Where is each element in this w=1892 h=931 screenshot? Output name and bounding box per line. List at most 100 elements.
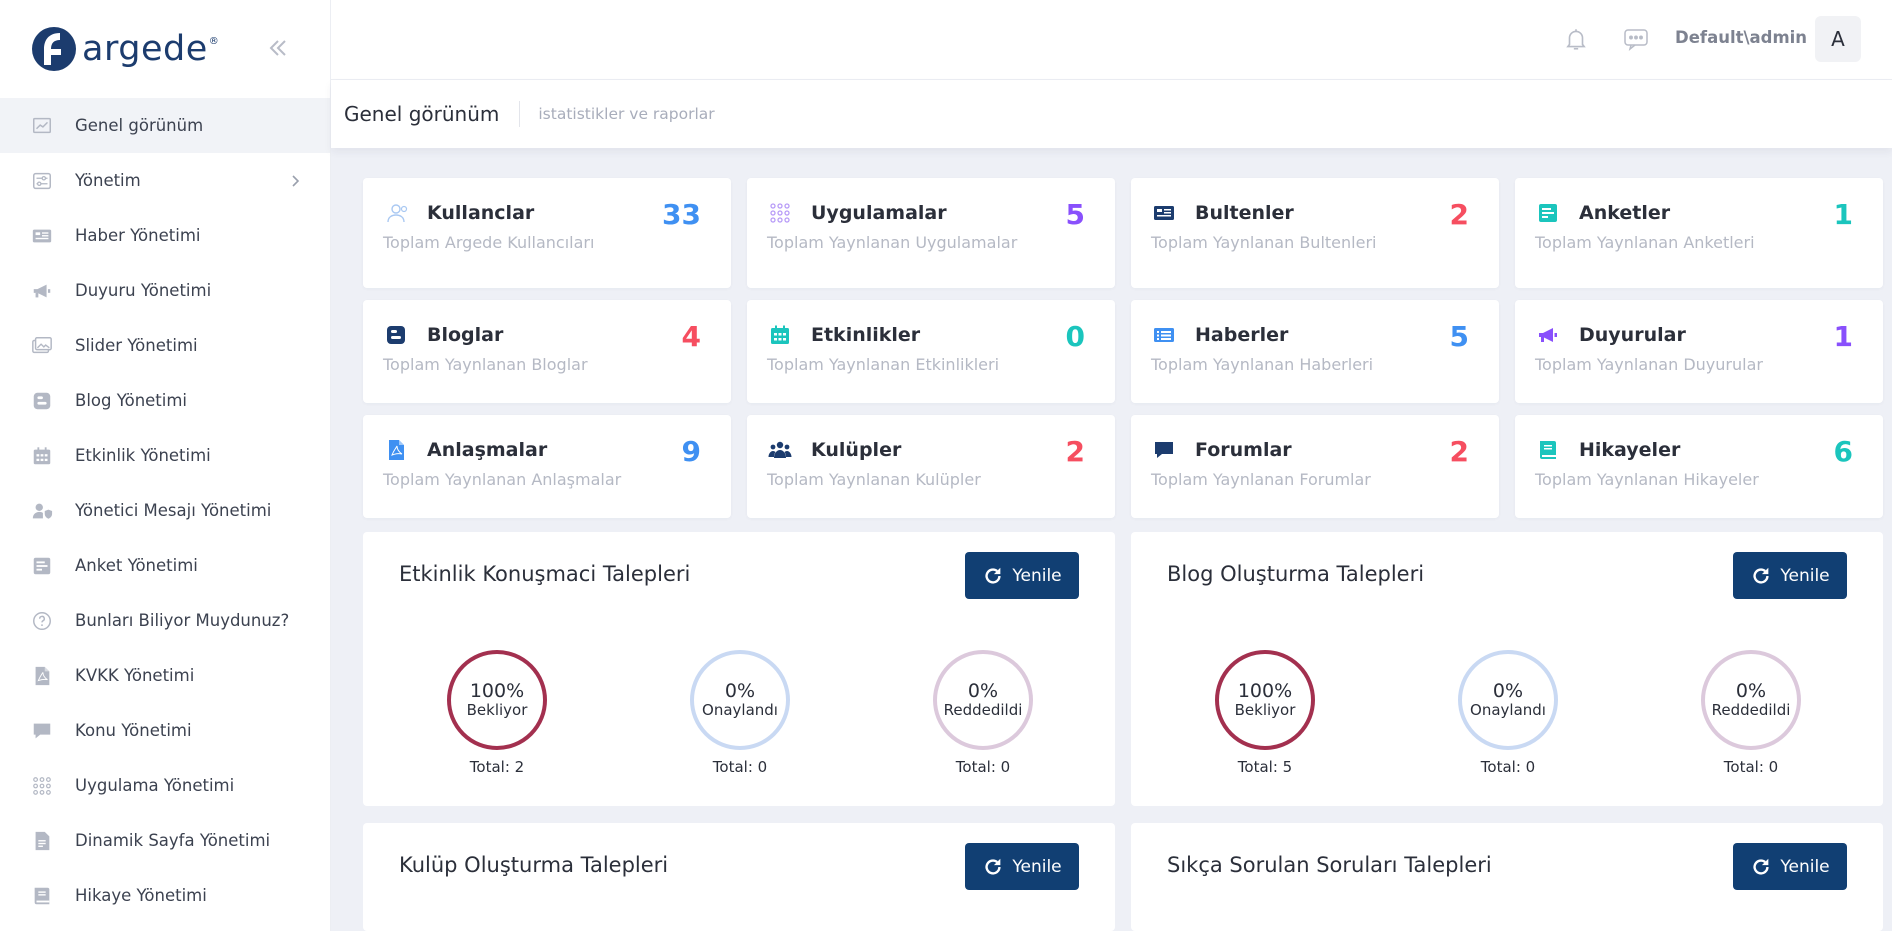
sliders-icon: [33, 172, 51, 189]
stat-value: 5: [1065, 198, 1085, 231]
stat-title: Haberler: [1195, 324, 1289, 346]
sidebar-item[interactable]: Duyuru Yönetimi: [0, 263, 330, 318]
sidebar-item[interactable]: Slider Yönetimi: [0, 318, 330, 373]
gauge-total: Total: 5: [1237, 758, 1293, 776]
refresh-icon: [985, 567, 1001, 584]
brand-registered-mark: ®: [208, 35, 219, 47]
brand-name: argede: [82, 29, 208, 69]
blogger-icon: [33, 392, 51, 409]
event-speaker-requests-panel: Etkinlik Konuşmaci Talepleri Yenile 100% Be…: [363, 532, 1115, 806]
stat-subtitle: Toplam Yaynlanan Etkinlikleri: [767, 355, 1000, 374]
sidebar-item-icon: [30, 444, 54, 468]
sidebar-item[interactable]: Dinamik Sayfa Yönetimi: [0, 813, 330, 868]
gauge-percent: 100%: [469, 680, 525, 702]
stat-icon: [1151, 437, 1177, 463]
stat-icon: [1535, 200, 1561, 226]
sidebar-item[interactable]: Yönetim: [0, 153, 330, 208]
gauge-percent: 0%: [1492, 680, 1524, 702]
avatar[interactable]: A: [1815, 16, 1861, 62]
stat-icon: [767, 322, 793, 348]
sidebar-item[interactable]: Konu Yönetimi: [0, 703, 330, 758]
user-name[interactable]: Default\admin: [1675, 28, 1807, 47]
sidebar-item-icon: [30, 114, 54, 138]
stat-card[interactable]: Bloglar Toplam Yaynlanan Bloglar 4: [363, 300, 731, 403]
comment-icon: [1155, 442, 1173, 458]
stat-icon: [1151, 200, 1177, 226]
sidebar-item[interactable]: Anket Yönetimi: [0, 538, 330, 593]
group-icon: [768, 441, 792, 458]
stat-value: 1: [1833, 198, 1853, 231]
stat-subtitle: Toplam Yaynlanan Bultenleri: [1151, 233, 1377, 252]
images-icon: [32, 336, 52, 353]
topbar: Default\admin A: [331, 0, 1892, 80]
sidebar-item-icon: [30, 884, 54, 908]
sidebar-item[interactable]: Blog Yönetimi: [0, 373, 330, 428]
stat-card[interactable]: Kulüpler Toplam Yaynlanan Kulüpler 2: [747, 415, 1115, 518]
stat-icon: [383, 200, 409, 226]
stat-title: Forumlar: [1195, 439, 1292, 461]
stat-subtitle: Toplam Yaynlanan Forumlar: [1151, 470, 1371, 489]
sidebar-item[interactable]: Haber Yönetimi: [0, 208, 330, 263]
stat-icon: [767, 437, 793, 463]
stat-card[interactable]: Hikayeler Toplam Yaynlanan Hikayeler 6: [1515, 415, 1883, 518]
stat-title: Uygulamalar: [811, 202, 947, 224]
sidebar-item[interactable]: Genel görünüm: [0, 98, 330, 153]
refresh-icon: [1753, 858, 1769, 875]
stat-card[interactable]: Anlaşmalar Toplam Yaynlanan Anlaşmalar 9: [363, 415, 731, 518]
stat-card[interactable]: Haberler Toplam Yaynlanan Haberleri 5: [1131, 300, 1499, 403]
stat-card[interactable]: Bultenler Toplam Yaynlanan Bultenleri 2: [1131, 178, 1499, 288]
refresh-button[interactable]: Yenile: [965, 843, 1079, 890]
app: argede ® Genel görünüm Yönetim Haber Yönet…: [0, 0, 1892, 931]
bell-icon: [1566, 29, 1586, 50]
users-icon: [387, 204, 408, 223]
stat-card[interactable]: Uygulamalar Toplam Yaynlanan Uygulamalar 5: [747, 178, 1115, 288]
stat-card[interactable]: Anketler Toplam Yaynlanan Anketleri 1: [1515, 178, 1883, 288]
file-pdf-icon: [389, 440, 404, 460]
stat-title: Bultenler: [1195, 202, 1294, 224]
stat-value: 9: [681, 435, 701, 468]
sidebar-collapse-button[interactable]: [264, 34, 292, 62]
stat-subtitle: Toplam Yaynlanan Bloglar: [383, 355, 588, 374]
refresh-label: Yenile: [1012, 856, 1062, 877]
sidebar-item[interactable]: Hikaye Yönetimi: [0, 868, 330, 923]
sidebar-item-icon: [30, 279, 54, 303]
sidebar-nav: Genel görünüm Yönetim Haber Yönetimi Duyuru…: [0, 98, 330, 923]
stat-icon: [767, 200, 793, 226]
sidebar-item[interactable]: Uygulama Yönetimi: [0, 758, 330, 813]
file-icon: [35, 831, 50, 850]
page-title: Genel görünüm: [344, 102, 500, 126]
brand-logo[interactable]: argede ®: [30, 25, 219, 73]
user-shield-icon: [32, 503, 53, 519]
sidebar-item-label: Genel görünüm: [75, 116, 204, 135]
megaphone-icon: [33, 284, 51, 297]
sidebar-item[interactable]: Etkinlik Yönetimi: [0, 428, 330, 483]
refresh-button[interactable]: Yenile: [1733, 552, 1847, 599]
stat-icon: [383, 437, 409, 463]
sidebar-item-icon: [30, 389, 54, 413]
refresh-icon: [985, 858, 1001, 875]
refresh-button[interactable]: Yenile: [1733, 843, 1847, 890]
sidebar-item[interactable]: Yönetici Mesajı Yönetimi: [0, 483, 330, 538]
stat-subtitle: Toplam Yaynlanan Hikayeler: [1535, 470, 1759, 489]
stat-card[interactable]: Etkinlikler Toplam Yaynlanan Etkinlikleri…: [747, 300, 1115, 403]
sidebar-item-label: Uygulama Yönetimi: [75, 776, 235, 795]
stat-value: 6: [1833, 435, 1853, 468]
sidebar-item-icon: [30, 169, 54, 193]
sidebar-item[interactable]: KVKK Yönetimi: [0, 648, 330, 703]
stat-card[interactable]: Duyurular Toplam Yaynlanan Duyurular 1: [1515, 300, 1883, 403]
poll-icon: [1539, 204, 1557, 222]
stat-value: 4: [681, 320, 701, 353]
refresh-button[interactable]: Yenile: [965, 552, 1079, 599]
messages-button[interactable]: [1622, 26, 1650, 52]
notifications-button[interactable]: [1563, 26, 1589, 52]
gauge-percent: 100%: [1237, 680, 1293, 702]
grid-dots-icon: [770, 203, 790, 223]
stat-subtitle: Toplam Yaynlanan Anketleri: [1535, 233, 1755, 252]
stat-icon: [383, 322, 409, 348]
stat-card[interactable]: Kullanclar Toplam Argede Kullancıları 33: [363, 178, 731, 288]
comment-icon: [33, 723, 51, 738]
sidebar-item[interactable]: Bunları Biliyor Muydunuz?: [0, 593, 330, 648]
stat-value: 2: [1065, 435, 1085, 468]
stat-card[interactable]: Forumlar Toplam Yaynlanan Forumlar 2: [1131, 415, 1499, 518]
gauge-ring: 0% Onaylandı: [690, 650, 790, 750]
